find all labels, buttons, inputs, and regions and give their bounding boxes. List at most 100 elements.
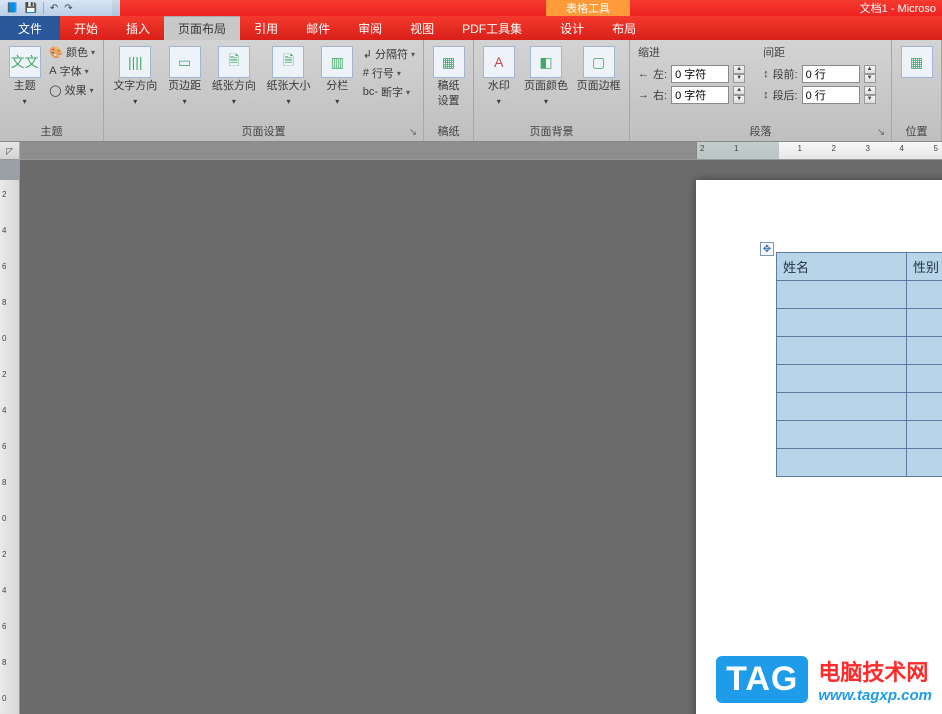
columns-icon: ▥ <box>321 46 353 78</box>
table-move-handle[interactable]: ✥ <box>760 242 774 256</box>
quick-access-toolbar: 📘 💾 ↶ ↷ <box>0 0 120 16</box>
group-theme: 文文 主题 ▾ 🎨颜色▾ A字体▾ ◯效果▾ 主题 <box>0 40 104 141</box>
ruler-corner[interactable]: ◸ <box>0 142 20 160</box>
page-color-button[interactable]: ◧页面颜色▾ <box>524 44 569 110</box>
lineno-icon: # <box>363 67 369 79</box>
tab-table-layout[interactable]: 布局 <box>598 16 650 40</box>
margins-button[interactable]: ▭页边距▾ <box>167 44 203 110</box>
space-after-up[interactable]: ▲ <box>864 86 876 95</box>
table-row <box>777 421 942 449</box>
horizontal-ruler[interactable]: 2112345 <box>20 142 942 159</box>
table-row: 姓名性别 <box>777 253 942 281</box>
indent-right-down[interactable]: ▼ <box>733 95 745 104</box>
breaks-button[interactable]: ↲分隔符▾ <box>363 46 415 62</box>
theme-effects-label: 效果 <box>65 82 87 98</box>
word-icon: 📘 <box>6 3 18 14</box>
group-label-position: 位置 <box>900 121 933 139</box>
group-label-manuscript: 稿纸 <box>432 121 465 139</box>
title-bar: 📘 💾 ↶ ↷ 表格工具 文档1 - Microso <box>0 0 942 16</box>
watermark-logo: TAG 电脑技术网 www.tagxp.com <box>716 655 932 704</box>
space-before-input[interactable] <box>802 65 860 83</box>
document-canvas[interactable]: ✥ 姓名性别 <box>20 160 942 714</box>
ruler-row: ◸ 2112345 <box>0 142 942 160</box>
tab-pdf[interactable]: PDF工具集 <box>448 16 536 40</box>
table-header-gender[interactable]: 性别 <box>907 253 942 281</box>
theme-colors-button[interactable]: 🎨颜色▾ <box>49 44 95 60</box>
position-button[interactable]: ▦ <box>900 44 933 80</box>
redo-icon[interactable]: ↷ <box>64 3 72 14</box>
themes-icon: 文文 <box>9 46 41 78</box>
ribbon-tabs: 文件 开始 插入 页面布局 引用 邮件 审阅 视图 PDF工具集 设计 布局 <box>0 16 942 40</box>
tab-mailings[interactable]: 邮件 <box>292 16 344 40</box>
group-label-background: 页面背景 <box>482 121 621 139</box>
tab-insert[interactable]: 插入 <box>112 16 164 40</box>
page-border-icon: ▢ <box>583 46 615 78</box>
indent-left-input[interactable] <box>671 65 729 83</box>
columns-button[interactable]: ▥分栏▾ <box>320 44 355 110</box>
theme-colors-label: 颜色 <box>66 44 88 60</box>
table-row <box>777 309 942 337</box>
font-icon: A <box>49 65 56 77</box>
space-after-icon: ↕ <box>763 89 769 101</box>
indent-right-input[interactable] <box>671 86 729 104</box>
space-after-input[interactable] <box>802 86 860 104</box>
indent-left-down[interactable]: ▼ <box>733 74 745 83</box>
spacing-heading: 间距 <box>763 44 876 60</box>
tab-page-layout[interactable]: 页面布局 <box>164 16 240 40</box>
hyphen-label: 断字 <box>381 84 403 100</box>
orientation-label: 纸张方向 <box>212 80 256 93</box>
indent-right-icon: → <box>638 89 649 101</box>
effects-icon: ◯ <box>49 84 61 97</box>
tab-references[interactable]: 引用 <box>240 16 292 40</box>
orientation-icon: 🗎 <box>218 46 250 78</box>
vertical-ruler[interactable]: 2 4 6 8 0 2 4 6 8 0 2 4 6 8 0 <box>0 160 20 714</box>
page-border-button[interactable]: ▢ 页面边框 <box>576 44 621 95</box>
watermark-button[interactable]: A水印▾ <box>482 44 516 110</box>
group-label-theme: 主题 <box>8 121 95 139</box>
space-after-down[interactable]: ▼ <box>864 95 876 104</box>
logo-tag: TAG <box>716 656 808 703</box>
save-icon[interactable]: 💾 <box>24 3 36 14</box>
paragraph-launcher-icon[interactable]: ↘ <box>875 127 887 139</box>
undo-icon[interactable]: ↶ <box>50 3 58 14</box>
palette-icon: 🎨 <box>49 46 63 59</box>
space-before-icon: ↕ <box>763 68 769 80</box>
logo-title: 电脑技术网 <box>818 655 932 687</box>
page-border-label: 页面边框 <box>577 80 621 93</box>
tab-file[interactable]: 文件 <box>0 16 60 40</box>
tab-view[interactable]: 视图 <box>396 16 448 40</box>
tab-home[interactable]: 开始 <box>60 16 112 40</box>
text-direction-button[interactable]: ||||文字方向▾ <box>112 44 159 110</box>
theme-fonts-label: 字体 <box>60 63 82 79</box>
group-manuscript: ▦稿纸设置 稿纸 <box>424 40 474 141</box>
indent-left-icon: ← <box>638 68 649 80</box>
manuscript-button[interactable]: ▦稿纸设置 <box>432 44 465 110</box>
page-setup-launcher-icon[interactable]: ↘ <box>407 127 419 139</box>
ribbon: 文文 主题 ▾ 🎨颜色▾ A字体▾ ◯效果▾ 主题 ||||文字方向▾ ▭页边距… <box>0 40 942 142</box>
group-page-setup: ||||文字方向▾ ▭页边距▾ 🗎纸张方向▾ 🗎纸张大小▾ ▥分栏▾ ↲分隔符▾… <box>104 40 424 141</box>
indent-right-up[interactable]: ▲ <box>733 86 745 95</box>
space-after-label: 段后: <box>773 87 798 103</box>
paper-size-button[interactable]: 🗎纸张大小▾ <box>265 44 312 110</box>
breaks-icon: ↲ <box>363 48 372 61</box>
line-numbers-button[interactable]: #行号▾ <box>363 65 415 81</box>
indent-left-up[interactable]: ▲ <box>733 65 745 74</box>
theme-fonts-button[interactable]: A字体▾ <box>49 63 95 79</box>
group-paragraph: 缩进 ←左: ▲▼ →右: ▲▼ 间距 ↕段前: ▲▼ <box>630 40 892 141</box>
indent-left-row: ←左: ▲▼ <box>638 65 745 83</box>
paper-size-icon: 🗎 <box>272 46 304 78</box>
space-before-up[interactable]: ▲ <box>864 65 876 74</box>
space-before-down[interactable]: ▼ <box>864 74 876 83</box>
orientation-button[interactable]: 🗎纸张方向▾ <box>211 44 258 110</box>
document-table[interactable]: 姓名性别 <box>776 252 942 477</box>
space-before-row: ↕段前: ▲▼ <box>763 65 876 83</box>
tab-review[interactable]: 审阅 <box>344 16 396 40</box>
hyphen-icon: bc- <box>363 86 378 98</box>
themes-button[interactable]: 文文 主题 ▾ <box>8 44 41 110</box>
theme-effects-button[interactable]: ◯效果▾ <box>49 82 95 98</box>
contextual-tools-label: 表格工具 <box>546 0 630 16</box>
tab-table-design[interactable]: 设计 <box>546 16 598 40</box>
hyphenation-button[interactable]: bc-断字▾ <box>363 84 415 100</box>
table-header-name[interactable]: 姓名 <box>777 253 907 281</box>
position-icon: ▦ <box>901 46 933 78</box>
